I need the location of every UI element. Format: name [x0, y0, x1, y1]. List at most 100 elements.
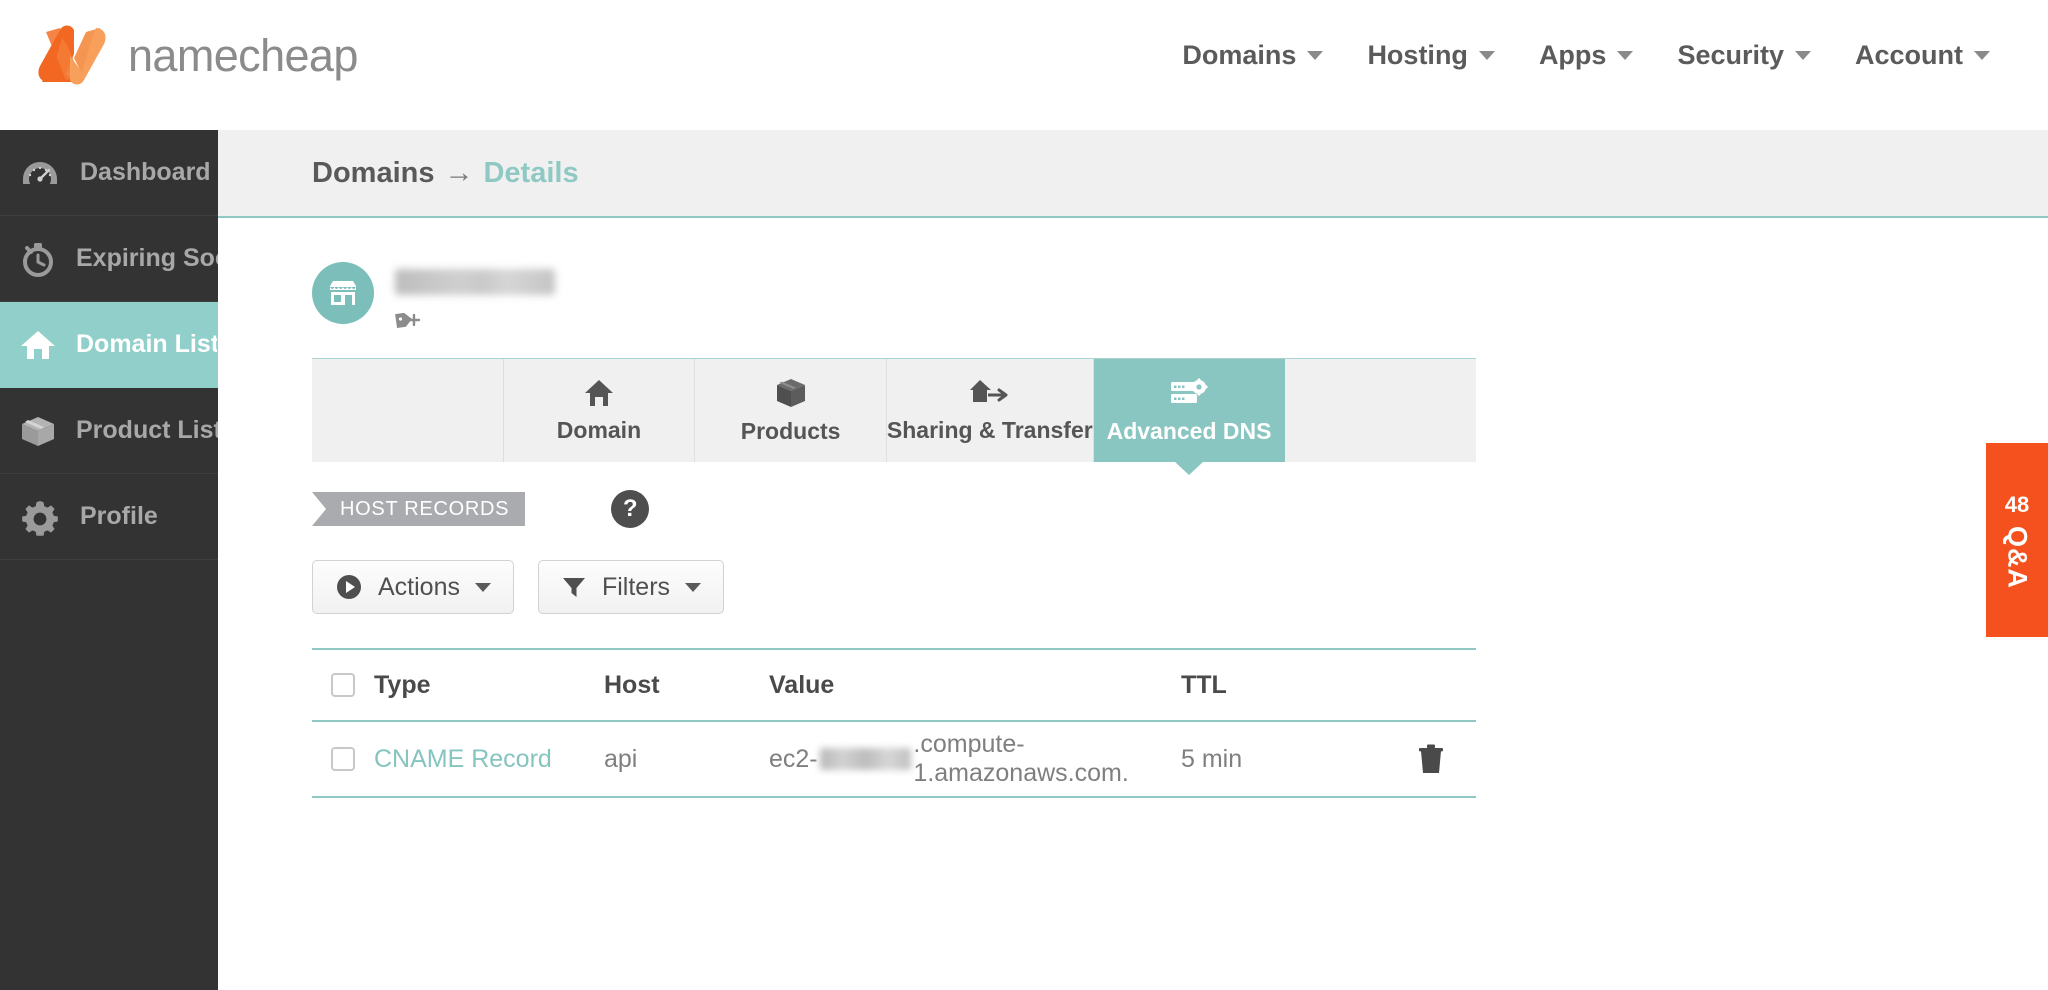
box-icon [18, 409, 58, 453]
filters-button-label: Filters [601, 572, 671, 601]
host-records-label: HOST RECORDS [340, 497, 510, 520]
tab-spacer-left [312, 359, 504, 462]
avatar [312, 262, 374, 324]
house-icon [584, 379, 613, 406]
top-header: namecheap Domains Hosting Apps Security … [0, 0, 2048, 130]
host-records-table: Type Host Value TTL CNAME Record api ec2… [312, 648, 1476, 798]
tab-spacer-right [1285, 359, 1476, 462]
sidebar-label-dashboard: Dashboard [80, 158, 211, 186]
sidebar-item-domain-list[interactable]: Domain List [0, 302, 231, 388]
trash-icon[interactable] [1416, 743, 1446, 775]
namecheap-logo-icon [38, 25, 106, 85]
filters-button[interactable]: Filters [537, 560, 725, 614]
nav-item-security[interactable]: Security [1655, 40, 1833, 71]
sidebar-label-profile: Profile [80, 502, 158, 530]
active-tab-notch [1174, 461, 1205, 475]
domain-name-redacted [395, 269, 555, 295]
table-row: CNAME Record api ec2- .compute-1.amazona… [312, 722, 1476, 798]
chevron-down-icon [1974, 51, 1990, 60]
nav-label-security: Security [1677, 40, 1784, 70]
tab-advanced-dns[interactable]: Advanced DNS [1093, 359, 1286, 475]
breadcrumb-separator-icon: → [444, 156, 474, 189]
play-circle-icon [337, 575, 361, 599]
top-navigation: Domains Hosting Apps Security Account [1160, 40, 2012, 71]
section-header: HOST RECORDS ? [312, 490, 2048, 528]
qa-badge-count: 48 [2004, 491, 2030, 517]
chevron-down-icon [474, 582, 491, 592]
cell-delete [1386, 743, 1476, 775]
nav-label-apps: Apps [1538, 40, 1607, 70]
namecheap-logo-text: namecheap [128, 29, 358, 81]
actions-button-label: Actions [378, 572, 460, 601]
gauge-icon [18, 151, 62, 195]
qa-widget-label: Q&A [2002, 525, 2033, 589]
column-header-value: Value [769, 670, 835, 699]
breadcrumb-parent[interactable]: Domains [312, 157, 434, 190]
sidebar-item-dashboard[interactable]: Dashboard [0, 130, 218, 216]
chevron-down-icon [1307, 51, 1324, 60]
value-prefix: ec2- [769, 744, 818, 773]
host-records-ribbon: HOST RECORDS [312, 492, 526, 526]
storefront-icon [330, 281, 356, 305]
column-header-ttl: TTL [1181, 670, 1227, 699]
chevron-down-icon [685, 582, 702, 592]
box-icon [776, 378, 805, 407]
actions-button[interactable]: Actions [312, 560, 514, 614]
sidebar-label-product-list: Product List [76, 416, 222, 444]
stopwatch-icon [18, 237, 58, 281]
domain-header [218, 218, 2048, 336]
tab-label-domain: Domain [556, 416, 642, 443]
main-content: Domains → Details Domain Products Sharin… [218, 130, 2048, 990]
house-transfer-icon [969, 379, 1008, 402]
house-icon [18, 323, 58, 367]
server-gear-icon [1171, 377, 1209, 403]
tab-bar: Domain Products Sharing & Transfer Advan… [312, 358, 1476, 475]
tab-sharing-transfer[interactable]: Sharing & Transfer [887, 359, 1094, 462]
domain-meta [395, 262, 555, 336]
tag-add-icon[interactable] [395, 309, 555, 336]
nav-item-account[interactable]: Account [1833, 40, 2012, 71]
tab-label-advanced-dns: Advanced DNS [1106, 417, 1272, 444]
row-select-cell [312, 747, 374, 771]
nav-label-hosting: Hosting [1367, 40, 1468, 70]
qa-widget[interactable]: 48 Q&A [1986, 443, 2048, 637]
help-label: ? [622, 495, 638, 522]
nav-item-apps[interactable]: Apps [1517, 40, 1656, 71]
funnel-icon [562, 578, 585, 597]
tab-products[interactable]: Products [695, 359, 887, 462]
sidebar-item-product-list[interactable]: Product List [0, 388, 222, 474]
cell-host[interactable]: api [604, 745, 769, 774]
row-checkbox[interactable] [331, 747, 355, 771]
column-header-type: Type [374, 670, 431, 699]
cell-type[interactable]: CNAME Record [374, 745, 604, 774]
sidebar-item-expiring-soon[interactable]: Expiring Soon [0, 216, 245, 302]
nav-item-domains[interactable]: Domains [1160, 40, 1345, 71]
select-all-checkbox[interactable] [331, 673, 355, 697]
breadcrumb: Domains → Details [218, 130, 2048, 218]
help-icon[interactable]: ? [611, 490, 650, 528]
chevron-down-icon [1617, 51, 1634, 60]
tab-label-products: Products [740, 417, 841, 444]
nav-label-domains: Domains [1182, 40, 1297, 70]
column-header-host: Host [604, 670, 660, 699]
sidebar-item-profile[interactable]: Profile [0, 474, 218, 560]
namecheap-logo[interactable]: namecheap [30, 24, 358, 86]
nav-label-account: Account [1855, 40, 1963, 70]
nav-item-hosting[interactable]: Hosting [1345, 40, 1517, 71]
chevron-down-icon [1478, 51, 1495, 60]
cell-value[interactable]: ec2- .compute-1.amazonaws.com. [769, 730, 1181, 788]
chevron-down-icon [1795, 51, 1811, 60]
tab-label-sharing-transfer: Sharing & Transfer [886, 416, 1093, 443]
value-suffix: .compute-1.amazonaws.com. [913, 730, 1129, 787]
select-all-cell [312, 673, 374, 697]
toolbar: Actions Filters [312, 560, 2048, 614]
value-redacted [819, 748, 912, 770]
sidebar: Dashboard Expiring Soon Domain List Prod… [0, 130, 245, 990]
table-header-row: Type Host Value TTL [312, 648, 1476, 722]
sidebar-filler [0, 560, 218, 760]
gear-icon [18, 495, 62, 539]
breadcrumb-current: Details [483, 156, 579, 189]
sidebar-label-domain-list: Domain List [76, 330, 220, 358]
cell-ttl[interactable]: 5 min [1181, 745, 1386, 774]
tab-domain[interactable]: Domain [504, 359, 696, 462]
